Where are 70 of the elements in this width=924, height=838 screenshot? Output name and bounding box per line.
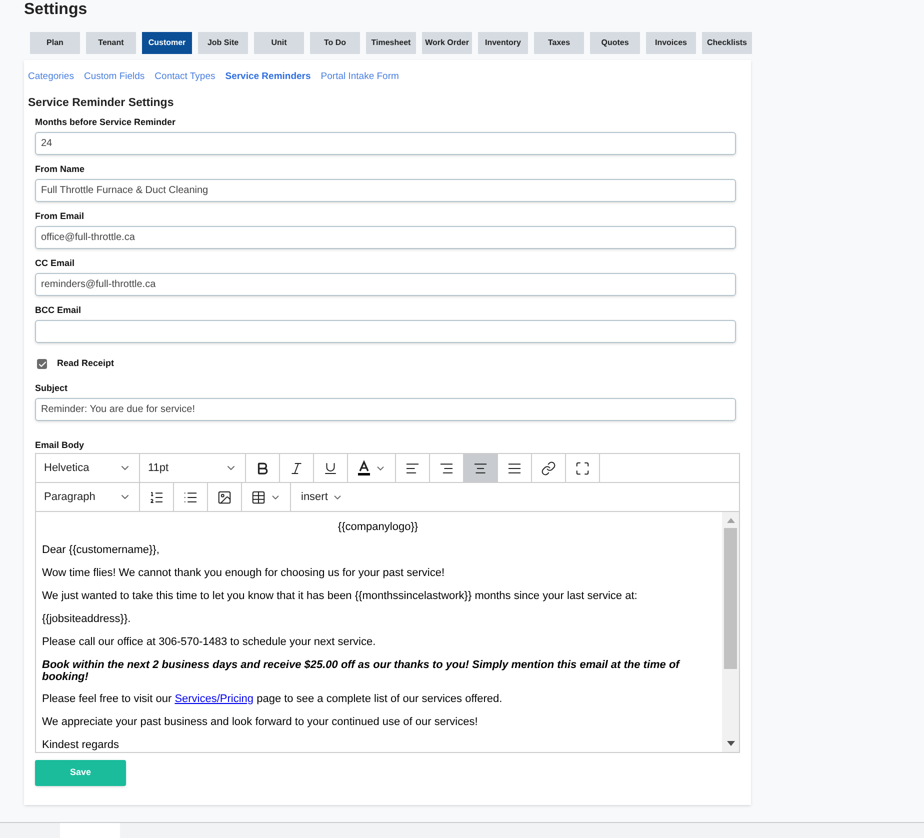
field-label: Email Body [35,439,84,451]
settings-tab[interactable]: Job Site [198,32,248,54]
scroll-down-icon [726,741,734,747]
check-icon [38,360,46,368]
body-text: Wow time flies! We cannot thank you enough for choosing us for your past service! [42,567,446,580]
scrollbar[interactable] [722,512,739,752]
link-icon [541,460,556,476]
justify-icon [507,460,522,476]
input-field[interactable]: reminders@full-throttle.ca [35,273,736,296]
body-text: Please call our office at 306-570-1483 to schedule your next service. [42,636,377,649]
italic-icon [289,460,304,476]
body-link[interactable]: Services/Pricing [174,693,254,705]
settings-tab[interactable]: Quotes [590,32,640,54]
table-icon [251,490,266,504]
body-text: Kindest regards [42,739,120,752]
bullet-list-icon [183,490,198,504]
checkbox[interactable] [37,359,47,369]
settings-tab[interactable]: Plan [30,32,80,54]
settings-tab[interactable]: Tenant [86,32,136,54]
text-color-icon [357,460,371,476]
underline-icon [323,460,338,476]
subnav-link[interactable]: Service Reminders [225,70,311,84]
font-family-select[interactable]: Helvetica [36,454,140,482]
subnav-link[interactable]: Custom Fields [84,70,145,84]
align-center-icon [473,460,488,476]
font-size-select[interactable]: 11pt [140,454,246,482]
align-center-button[interactable] [464,454,498,482]
subnav-link[interactable]: Contact Types [154,70,216,84]
body-text: {{companylogo}} [338,521,418,533]
input-field[interactable]: 24 [35,132,736,155]
settings-tab[interactable]: Inventory [478,32,528,54]
field-label: From Email [35,210,84,222]
settings-tab[interactable]: Checklists [702,32,752,54]
body-text: We appreciate your past business and look forward to your continued use of our services! [42,716,479,729]
subnav-link[interactable]: Categories [28,70,74,84]
align-left-icon [405,460,420,476]
settings-tab[interactable]: Timesheet [366,32,416,54]
numbered-list-icon [149,490,164,504]
page-title: Settings [24,0,88,20]
checkbox-label: Read Receipt [57,357,114,370]
fullscreen-icon [575,460,590,476]
scrollbar-thumb[interactable] [724,528,737,669]
input-field[interactable] [35,320,736,343]
section-title: Service Reminder Settings [28,96,175,110]
field-label: From Name [35,163,85,175]
scroll-up-icon [726,517,734,523]
body-text: Book within the next 2 business days and receive $25.00 off as our thanks to you! Simply mention this email at the time of booking! [42,659,682,683]
bold-icon [255,460,270,476]
body-text: Dear {{customername}}, [42,544,160,557]
settings-tab[interactable]: To Do [310,32,360,54]
settings-tab[interactable]: Taxes [534,32,584,54]
align-right-icon [439,460,454,476]
settings-tab[interactable]: Unit [254,32,304,54]
insert-menu[interactable]: insert [291,483,353,511]
body-text: {{jobsiteaddress}}. [42,613,132,626]
body-text: We just wanted to take this time to let you know that it has been {{monthssincelastwork}} months since your last service at: [42,590,638,603]
input-field[interactable]: Full Throttle Furnace & Duct Cleaning [35,179,736,202]
settings-tab[interactable]: Invoices [646,32,696,54]
image-icon [217,490,232,504]
settings-tab[interactable]: Work Order [422,32,472,54]
settings-tab[interactable]: Customer [142,32,192,54]
field-label: CC Email [35,257,75,269]
body-text: Please feel free to visit our Services/Pricing page to see a complete list of our services offered. [42,693,504,706]
input-field[interactable]: Reminder: You are due for service! [35,398,736,421]
field-label: BCC Email [35,304,82,316]
subnav-link[interactable]: Portal Intake Form [320,70,399,84]
input-field[interactable]: office@full-throttle.ca [35,226,736,249]
block-format-select[interactable]: Paragraph [36,483,140,511]
field-label: Subject [35,382,68,394]
field-label: Months before Service Reminder [35,116,176,128]
